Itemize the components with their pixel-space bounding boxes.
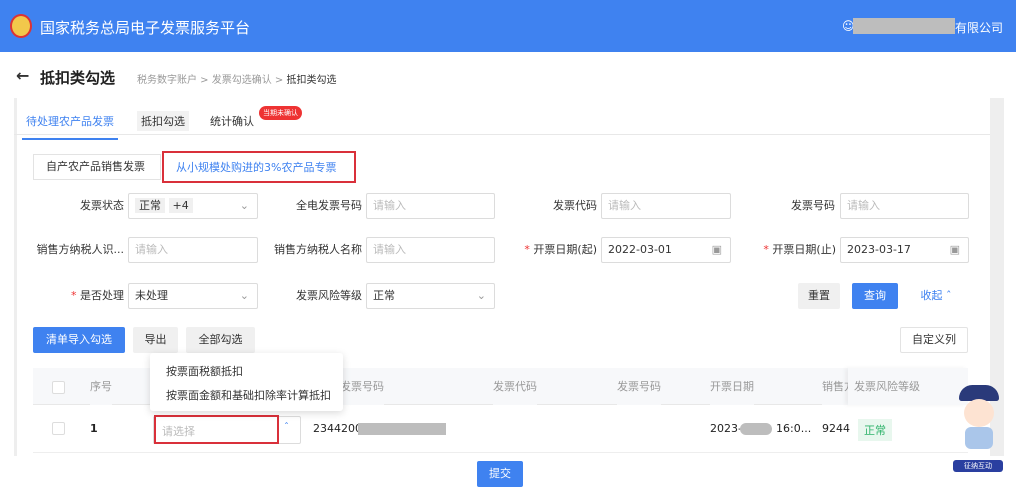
tab-divider (14, 134, 990, 135)
label-text: 是否处理 (80, 289, 124, 302)
subtab-self-produced[interactable]: 自产农产品销售发票 (33, 154, 161, 180)
tax-logo-icon (10, 14, 32, 38)
date-start-picker[interactable]: 2022-03-01 ▣ (601, 237, 731, 263)
menu-item-tax-amount[interactable]: 按票面税额抵扣 (166, 363, 243, 379)
company-name[interactable]: 有限公司 (955, 19, 1003, 36)
full-invoice-no-input[interactable]: 请输入 (366, 193, 495, 219)
status-badge: 当期未确认 (259, 106, 302, 120)
query-button[interactable]: 查询 (852, 283, 898, 309)
chevron-up-icon[interactable]: ˆ (284, 422, 289, 433)
chevron-down-icon: ⌄ (476, 289, 486, 302)
risk-tag: 正常 (858, 419, 892, 441)
date-value: 2022-03-01 (608, 243, 672, 256)
tag-more: +4 (168, 198, 193, 213)
date-value: 2023-03-17 (847, 243, 911, 256)
tab-stat-confirm[interactable]: 统计确认 (206, 111, 258, 131)
chevron-down-icon: ⌄ (239, 199, 249, 212)
row-index: 1 (90, 422, 98, 435)
seller-taxid-input[interactable]: 请输入 (128, 237, 258, 263)
label-invoice-code: 发票代码 (553, 199, 597, 212)
invoice-no-input[interactable]: 请输入 (840, 193, 969, 219)
deduction-dropdown: 按票面税额抵扣 按票面金额和基础扣除率计算抵扣 (150, 353, 343, 411)
chevron-down-icon: ⌄ (239, 289, 249, 302)
date-end-picker[interactable]: 2023-03-17 ▣ (840, 237, 969, 263)
collapse-label: 收起 (920, 289, 943, 302)
col-full-invoice-no: 发票号码 (340, 368, 384, 405)
select-all-checkbox[interactable] (52, 381, 65, 394)
chevron-up-icon: ˆ (946, 289, 952, 302)
invoice-status-select[interactable]: 正常 +4 ⌄ (128, 193, 258, 219)
back-arrow-icon[interactable]: ← (16, 66, 29, 85)
risk-select[interactable]: 正常 ⌄ (366, 283, 495, 309)
menu-item-base-rate[interactable]: 按票面金额和基础扣除率计算抵扣 (166, 387, 331, 403)
label-invoice-status: 发票状态 (80, 199, 124, 212)
redacted-date (740, 423, 772, 435)
calendar-icon: ▣ (711, 243, 722, 256)
breadcrumb-item[interactable]: 发票勾选确认 (212, 75, 272, 86)
processed-select[interactable]: 未处理 ⌄ (128, 283, 258, 309)
label-seller-taxid: 销售方纳税人识... (36, 243, 125, 256)
select-value: 未处理 (135, 289, 168, 302)
submit-button[interactable]: 提交 (477, 461, 523, 487)
select-value: 正常 (373, 289, 395, 302)
row-checkbox[interactable] (52, 422, 65, 435)
breadcrumb: 税务数字账户 > 发票勾选确认 > 抵扣类勾选 (137, 75, 337, 86)
tab-deduction-select[interactable]: 抵扣勾选 (137, 111, 189, 131)
label-risk: 发票风险等级 (296, 289, 362, 302)
select-placeholder[interactable]: 请选择 (154, 415, 279, 444)
calendar-icon: ▣ (949, 243, 960, 256)
tab-pending-agri[interactable]: 待处理农产品发票 (22, 111, 118, 140)
page-title: 抵扣类勾选 (40, 69, 116, 87)
col-index: 序号 (90, 368, 112, 405)
label-text: 开票日期(止) (772, 243, 836, 256)
redacted-company (853, 18, 955, 34)
tag-normal: 正常 (135, 198, 165, 213)
mascot-body (965, 427, 993, 449)
col-issue-date: 开票日期 (710, 368, 754, 405)
reset-button[interactable]: 重置 (798, 283, 840, 309)
mascot-avatar[interactable] (955, 385, 1003, 455)
import-list-button[interactable]: 清单导入勾选 (33, 327, 125, 353)
row-date-prefix: 2023- (710, 422, 742, 435)
breadcrumb-item[interactable]: 税务数字账户 (137, 75, 197, 86)
export-button[interactable]: 导出 (133, 327, 178, 353)
mascot-face (964, 399, 994, 427)
seller-name-input[interactable]: 请输入 (366, 237, 495, 263)
label-date-end: * 开票日期(止) (763, 243, 836, 256)
label-processed: * 是否处理 (71, 289, 124, 302)
mascot-label[interactable]: 征纳互动 (953, 460, 1003, 472)
col-seller: 销售方 (822, 368, 848, 405)
breadcrumb-current: 抵扣类勾选 (286, 75, 337, 86)
platform-title: 国家税务总局电子发票服务平台 (40, 19, 251, 37)
label-seller-name: 销售方纳税人名称 (274, 243, 362, 256)
col-risk: 发票风险等级 (848, 368, 968, 405)
invoice-code-input[interactable]: 请输入 (601, 193, 731, 219)
col-invoice-no: 发票号码 (617, 368, 661, 405)
subtab-small-scale-3pct[interactable]: 从小规模处购进的3%农产品专票 (162, 151, 356, 183)
label-full-invoice-no: 全电发票号码 (296, 199, 362, 212)
label-date-start: * 开票日期(起) (524, 243, 597, 256)
top-header: 国家税务总局电子发票服务平台 ☺ 有限公司 (0, 0, 1016, 52)
collapse-button[interactable]: 收起 ˆ (912, 283, 960, 309)
label-invoice-no: 发票号码 (791, 199, 835, 212)
col-invoice-code: 发票代码 (493, 368, 537, 405)
select-all-button[interactable]: 全部勾选 (186, 327, 255, 353)
row-full-no: 2344200 (313, 422, 362, 435)
redacted-invoice-no (358, 423, 446, 435)
row-date-time: 16:0... (776, 422, 812, 435)
row-seller: 9244 (822, 422, 850, 435)
label-text: 开票日期(起) (533, 243, 597, 256)
custom-columns-button[interactable]: 自定义列 (900, 327, 968, 353)
